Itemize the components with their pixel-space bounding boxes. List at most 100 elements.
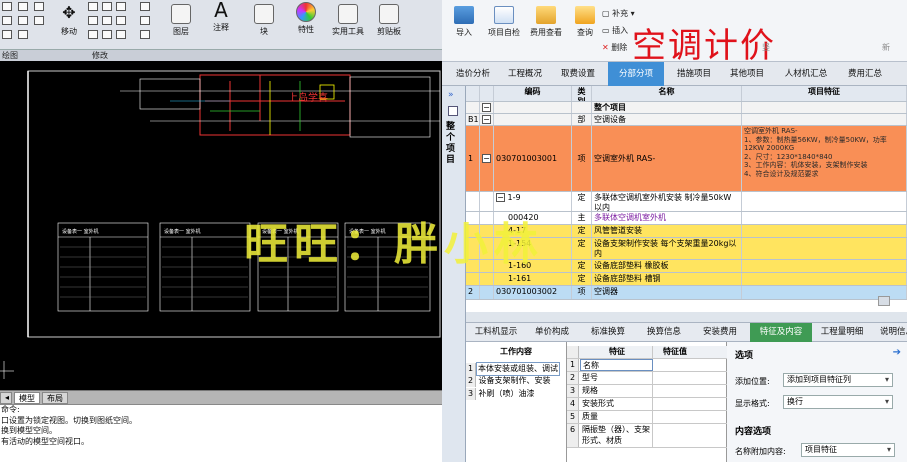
table-row[interactable]: 4-17 定 风管管道安装	[466, 225, 907, 238]
feature-row[interactable]: 1 名称	[567, 359, 727, 372]
feature-row[interactable]: 4 安装形式	[567, 398, 727, 411]
tab-fee-summary[interactable]: 费用汇总	[840, 62, 890, 86]
header-name[interactable]: 名称	[592, 86, 742, 101]
modify-panel-label[interactable]: 修改	[92, 50, 108, 61]
tab-fee-settings[interactable]: 取费设置	[552, 62, 604, 86]
delete-button[interactable]: ✕ 删除	[602, 42, 627, 53]
properties-button[interactable]: 特性	[292, 2, 320, 35]
feature-row[interactable]: 3 规格	[567, 385, 727, 398]
title-overlay: 空调计价	[632, 26, 776, 66]
table-row[interactable]: B1 − 部 空调设备	[466, 114, 907, 126]
tab-cost-analysis[interactable]: 造价分析	[448, 62, 498, 86]
cad-layout-tabs: ◂ 模型 布局	[0, 390, 442, 404]
tab-project-overview[interactable]: 工程概况	[500, 62, 550, 86]
expand-chevron-icon[interactable]: »	[448, 90, 454, 100]
name-append-label: 名称附加内容:	[735, 447, 786, 456]
supplement-button[interactable]: ▢ 补充 ▾	[602, 8, 635, 19]
self-check-button[interactable]: 项目自检	[486, 6, 522, 38]
tab-conversion-info[interactable]: 换算信息	[638, 323, 690, 342]
erase-icon[interactable]	[140, 2, 150, 11]
import-button[interactable]: 导入	[450, 6, 478, 38]
tab-sub-items[interactable]: 分部分项	[608, 62, 664, 86]
ellipse-icon[interactable]	[2, 30, 12, 39]
fee-view-label: 费用查看	[530, 28, 562, 37]
tab-labor-material-display[interactable]: 工料机显示	[470, 323, 522, 342]
table-row[interactable]: 2 030701003002 项 空调器	[466, 286, 907, 300]
tab-quantity-detail[interactable]: 工程量明细	[816, 323, 868, 342]
feature-row[interactable]: 6 隔振垫（器）、支架形式、材质	[567, 424, 727, 448]
detail-tabs: 工料机显示 单价构成 标准换算 换算信息 安装费用 特征及内容 工程量明细 说明…	[466, 322, 907, 342]
circle-icon[interactable]	[2, 2, 12, 11]
header-type[interactable]: 类别	[572, 86, 592, 101]
scrollbar-arrow-icon[interactable]	[878, 296, 890, 306]
arc-icon[interactable]	[34, 2, 44, 11]
stretch-icon[interactable]	[88, 30, 98, 39]
tab-unit-price[interactable]: 单价构成	[526, 323, 578, 342]
annotate-button[interactable]: A 注释	[206, 0, 236, 33]
block-button[interactable]: 块	[252, 4, 276, 37]
header-feature[interactable]: 项目特征	[742, 86, 907, 101]
collapse-icon[interactable]: −	[482, 103, 491, 112]
region-icon[interactable]	[18, 30, 28, 39]
clipboard-icon	[379, 4, 399, 24]
add-position-select[interactable]: 添加到项目特征列	[783, 373, 893, 387]
tab-nav-arrow[interactable]: ◂	[0, 392, 12, 404]
tab-labor-material-summary[interactable]: 人材机汇总	[776, 62, 836, 86]
tab-description[interactable]: 说明信息	[872, 323, 907, 342]
table-row[interactable]: 1-160 定 设备底部垫料 橡胶板	[466, 260, 907, 273]
move-button[interactable]: ✥ 移动	[55, 4, 83, 37]
clipboard-button[interactable]: 剪贴板	[374, 4, 404, 37]
header-code[interactable]: 编码	[494, 86, 572, 101]
trim-icon[interactable]	[116, 2, 126, 11]
table-row[interactable]: 1-154 定 设备支架制作安装 每个支架重量20kg以内	[466, 238, 907, 260]
arrow-right-icon[interactable]: ➔	[893, 347, 901, 358]
tab-features-content[interactable]: 特征及内容	[750, 323, 812, 342]
draw-panel-label[interactable]: 绘图	[2, 50, 18, 61]
rectangle-icon[interactable]	[2, 16, 12, 25]
table-row[interactable]: 000420 主 多联体空调机室外机	[466, 212, 907, 225]
collapse-icon[interactable]: −	[496, 193, 505, 202]
mirror-icon[interactable]	[102, 2, 112, 11]
project-tree-sidebar[interactable]: » 整个项目	[442, 86, 466, 312]
hatch-icon[interactable]	[18, 16, 28, 25]
feature-row[interactable]: 2 型号	[567, 372, 727, 385]
feature-row[interactable]: 5 质量	[567, 411, 727, 424]
tab-layout[interactable]: 布局	[42, 392, 68, 404]
table-row[interactable]: − 整个项目	[466, 102, 907, 114]
table-row[interactable]: − 1-9 定 多联体空调机室外机安装 制冷量50kW以内	[466, 192, 907, 212]
utilities-label: 实用工具	[332, 27, 364, 36]
list-item[interactable]: 2 设备支架制作、安装	[466, 375, 566, 387]
polyline-icon[interactable]	[18, 2, 28, 11]
explode-icon[interactable]	[102, 30, 112, 39]
table-row[interactable]: 1-161 定 设备底部垫料 槽钢	[466, 273, 907, 286]
pane-splitter[interactable]	[466, 312, 907, 322]
array-icon[interactable]	[116, 16, 126, 25]
query-button[interactable]: 查询	[572, 6, 598, 38]
layer-button[interactable]: 图层	[168, 4, 194, 37]
offset-icon[interactable]	[116, 30, 126, 39]
whole-project-cell[interactable]: 整个项目	[592, 102, 742, 113]
display-format-select[interactable]: 换行	[783, 395, 893, 409]
tab-model[interactable]: 模型	[14, 392, 40, 404]
name-append-select[interactable]: 项目特征	[801, 443, 895, 457]
insert-button[interactable]: ▭ 插入	[602, 25, 628, 36]
collapse-icon[interactable]: −	[482, 154, 491, 163]
fee-view-button[interactable]: 费用查看	[528, 6, 564, 38]
tab-other-items[interactable]: 其他项目	[722, 62, 772, 86]
copy-icon[interactable]	[88, 2, 98, 11]
break-icon[interactable]	[140, 16, 150, 25]
fillet-icon[interactable]	[102, 16, 112, 25]
list-item[interactable]: 1 本体安装或组装、调试	[466, 362, 566, 376]
utilities-button[interactable]: 实用工具	[330, 4, 366, 37]
tab-measures[interactable]: 措施项目	[668, 62, 720, 86]
line-icon[interactable]	[34, 16, 44, 25]
cad-drawing-canvas[interactable]: 上岛学喜 设备表一 室外机 设备表一 室外机 设备表一 室外机 设备表一 室外机	[0, 61, 442, 390]
tab-standard-conversion[interactable]: 标准换算	[582, 323, 634, 342]
add-position-label: 添加位置:	[735, 377, 770, 386]
list-item[interactable]: 3 补刷（喷）油漆	[466, 388, 566, 400]
collapse-icon[interactable]: −	[482, 115, 491, 124]
tab-installation-fee[interactable]: 安装费用	[694, 323, 746, 342]
table-row-selected[interactable]: 1 − 030701003001 项 空调室外机 RAS- 空调室外机 RAS-…	[466, 126, 907, 192]
scale-icon[interactable]	[88, 16, 98, 25]
join-icon[interactable]	[140, 30, 150, 39]
